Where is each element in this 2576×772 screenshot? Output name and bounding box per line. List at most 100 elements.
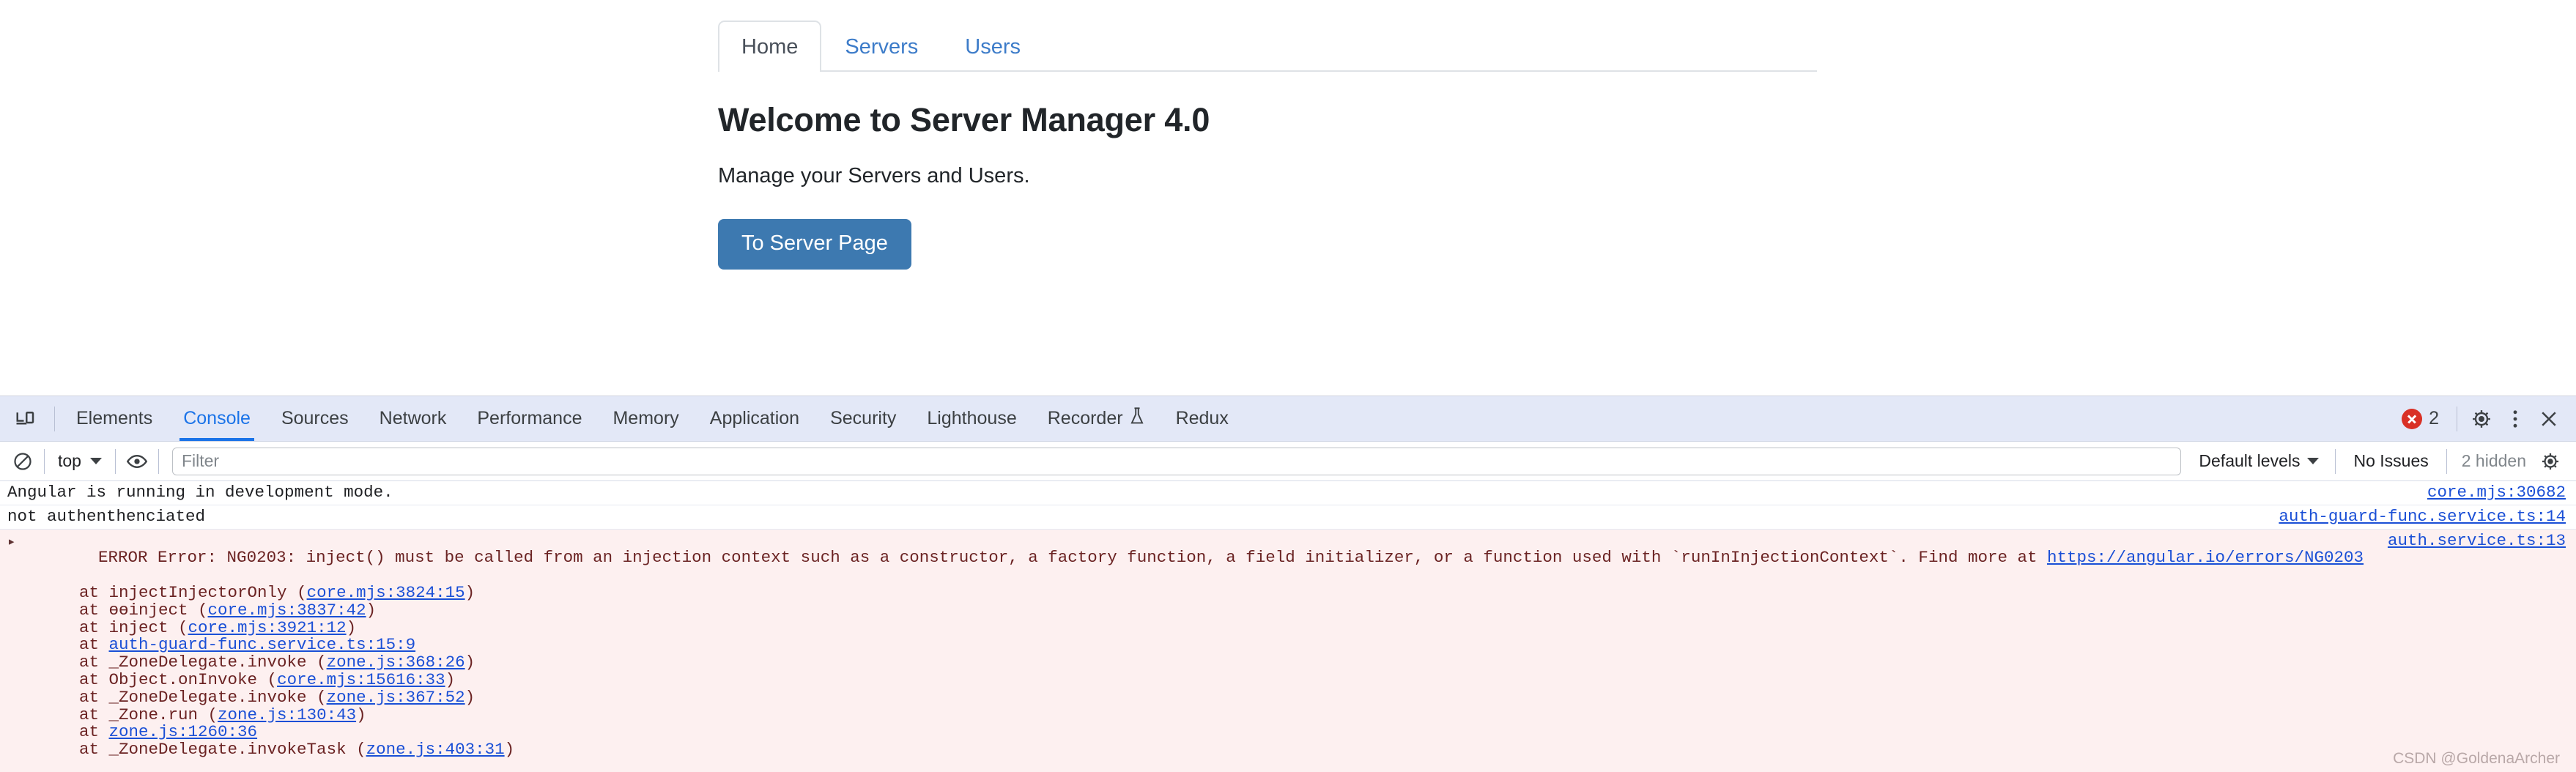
- console-message-list[interactable]: Angular is running in development mode. …: [0, 481, 2576, 772]
- stack-frame-text: at _Zone.run (: [40, 705, 218, 724]
- app-tab-servers[interactable]: Servers: [821, 21, 941, 72]
- filterbar-divider: [158, 448, 159, 474]
- stack-frame: at ɵɵinject (core.mjs:3837:42): [40, 600, 2373, 620]
- devtools-tab-sources[interactable]: Sources: [266, 396, 364, 441]
- stack-frame-text: ): [465, 582, 475, 602]
- stack-frame-text: at _ZoneDelegate.invokeTask (: [40, 740, 366, 760]
- console-message-text: Angular is running in development mode.: [7, 483, 393, 502]
- console-error-stack: at injectInjectorOnly (core.mjs:3824:15)…: [19, 584, 2373, 759]
- devtools-tab-network[interactable]: Network: [364, 396, 462, 441]
- devtools-tab-performance[interactable]: Performance: [462, 396, 597, 441]
- app-tab-users[interactable]: Users: [941, 21, 1044, 72]
- log-level-selector[interactable]: Default levels: [2188, 451, 2329, 471]
- devtools-tab-label: Memory: [612, 408, 679, 428]
- devtools-tab-list: Elements Console Sources Network Perform…: [61, 396, 1244, 441]
- angular-error-docs-link[interactable]: https://angular.io/errors/NG0203: [2047, 548, 2364, 567]
- stack-frame-text: ): [356, 705, 366, 724]
- stack-frame-text: at Object.onInvoke (: [40, 669, 278, 689]
- page-title: Welcome to Server Manager 4.0: [718, 101, 1210, 138]
- error-count-value: 2: [2429, 408, 2439, 428]
- stack-frame-link[interactable]: core.mjs:3824:15: [307, 583, 465, 602]
- console-error-row[interactable]: ▸ ERROR Error: NG0203: inject() must be …: [0, 529, 2576, 772]
- app-tab-home[interactable]: Home: [718, 21, 822, 72]
- stack-frame-link[interactable]: core.mjs:15616:33: [277, 670, 445, 689]
- devtools-tab-console[interactable]: Console: [168, 396, 266, 441]
- clear-console-icon[interactable]: [7, 446, 38, 477]
- issues-status[interactable]: No Issues: [2342, 451, 2440, 471]
- expand-triangle-icon[interactable]: ▸: [7, 532, 19, 552]
- stack-frame: at zone.js:1260:36: [40, 722, 2373, 742]
- stack-frame-text: at injectInjectorOnly (: [40, 582, 307, 602]
- stack-frame: at _Zone.run (zone.js:130:43): [40, 705, 2373, 724]
- console-message-row[interactable]: Angular is running in development mode. …: [0, 481, 2576, 505]
- hidden-messages-count: 2 hidden: [2461, 451, 2526, 470]
- devtools-tab-application[interactable]: Application: [695, 396, 815, 441]
- live-expression-eye-icon[interactable]: [122, 446, 152, 477]
- stack-frame-text: at _ZoneDelegate.invoke (: [40, 687, 327, 707]
- devtools-tab-security[interactable]: Security: [815, 396, 911, 441]
- console-message-source-link[interactable]: auth-guard-func.service.ts:14: [2279, 508, 2566, 526]
- stack-frame-link[interactable]: zone.js:367:52: [327, 688, 465, 707]
- devtools-tabbar: Elements Console Sources Network Perform…: [0, 396, 2576, 442]
- devtools-tab-label: Network: [379, 408, 447, 428]
- stack-frame: at auth-guard-func.service.ts:15:9: [40, 636, 2373, 654]
- console-error-body: ERROR Error: NG0203: inject() must be ca…: [19, 532, 2373, 772]
- stack-frame-text: at: [40, 635, 109, 655]
- devtools-tab-label: Elements: [76, 408, 153, 428]
- stack-frame-link[interactable]: zone.js:403:31: [366, 740, 505, 759]
- filterbar-divider: [2335, 448, 2336, 474]
- devtools-tab-label: Redux: [1175, 408, 1229, 428]
- error-circle-icon: [2402, 408, 2423, 429]
- filterbar-divider: [44, 448, 45, 474]
- device-toolbar-icon[interactable]: [10, 404, 41, 434]
- devtools-tab-elements[interactable]: Elements: [61, 396, 168, 441]
- stack-frame-text: at: [40, 722, 109, 742]
- stack-frame-link[interactable]: core.mjs:3921:12: [188, 618, 347, 637]
- close-icon[interactable]: [2534, 404, 2564, 434]
- stack-frame-link[interactable]: auth-guard-func.service.ts:15:9: [109, 635, 416, 654]
- console-settings-gear-icon[interactable]: [2535, 446, 2566, 477]
- devtools-tab-lighthouse[interactable]: Lighthouse: [911, 396, 1032, 441]
- console-message-source-link[interactable]: auth.service.ts:13: [2388, 532, 2566, 550]
- devtools-tab-memory[interactable]: Memory: [597, 396, 694, 441]
- stack-frame-link[interactable]: core.mjs:3837:42: [208, 601, 366, 620]
- devtools-tab-label: Sources: [281, 408, 349, 428]
- stack-frame-text: at _ZoneDelegate.invoke (: [40, 653, 327, 672]
- console-error-text: ERROR Error: NG0203: inject() must be ca…: [98, 548, 2047, 568]
- devtools-tab-label: Security: [830, 408, 897, 428]
- devtools-tab-redux[interactable]: Redux: [1161, 396, 1244, 441]
- to-server-page-button[interactable]: To Server Page: [718, 219, 911, 270]
- stack-frame-text: at ɵɵinject (: [40, 600, 208, 620]
- filterbar-divider: [114, 448, 116, 474]
- execution-context-selector[interactable]: top: [51, 451, 109, 471]
- stack-frame-text: ): [465, 687, 475, 707]
- stack-frame: at Object.onInvoke (core.mjs:15616:33): [40, 669, 2373, 689]
- toolbar-divider: [54, 406, 55, 431]
- stack-frame-link[interactable]: zone.js:1260:36: [109, 722, 258, 741]
- console-filter-input[interactable]: [171, 447, 2182, 475]
- filterbar-divider: [2446, 448, 2447, 474]
- chevron-down-icon: [89, 458, 102, 464]
- stack-frame-text: ): [366, 600, 377, 620]
- stack-frame-link[interactable]: zone.js:130:43: [218, 705, 356, 724]
- error-count-badge[interactable]: 2: [2393, 408, 2448, 429]
- stack-frame: at _ZoneDelegate.invoke (zone.js:367:52): [40, 689, 2373, 707]
- devtools-panel: Elements Console Sources Network Perform…: [0, 396, 2576, 772]
- more-options-kebab-icon[interactable]: [2500, 404, 2531, 434]
- stack-frame-link[interactable]: zone.js:368:26: [327, 653, 465, 672]
- console-filter-bar: top Default levels No Issues 2 hidden: [0, 442, 2576, 481]
- console-message-text: not authenthenciated: [7, 506, 206, 526]
- page-subtitle: Manage your Servers and Users.: [718, 164, 1030, 188]
- devtools-tab-label: Application: [709, 408, 800, 428]
- devtools-tab-recorder[interactable]: Recorder: [1032, 396, 1161, 441]
- stack-frame-text: ): [465, 653, 475, 672]
- stack-frame-text: ): [504, 740, 515, 760]
- console-message-source-link[interactable]: core.mjs:30682: [2427, 483, 2566, 502]
- gear-icon[interactable]: [2466, 404, 2497, 434]
- stack-frame: at inject (core.mjs:3921:12): [40, 618, 2373, 637]
- devtools-tab-label: Console: [183, 408, 251, 428]
- stack-frame-text: ): [445, 669, 456, 689]
- devtools-left-tools: [0, 404, 48, 434]
- console-message-row[interactable]: not authenthenciated auth-guard-func.ser…: [0, 505, 2576, 530]
- devtools-right-tools: 2: [2393, 404, 2576, 434]
